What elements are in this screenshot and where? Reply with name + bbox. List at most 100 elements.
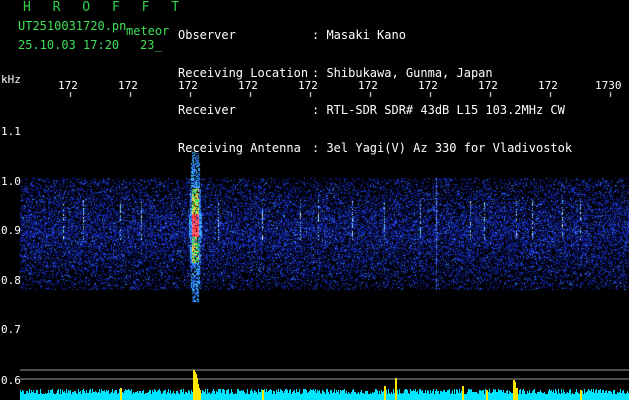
spectrum-bar	[627, 391, 628, 395]
spectrum-bar	[95, 391, 96, 395]
x-tick-label: 172	[418, 79, 438, 92]
spectrum-bar	[317, 390, 318, 395]
spectrum-bar	[510, 392, 511, 395]
spectrum-bar	[205, 389, 206, 395]
spectrum-bar	[565, 394, 566, 395]
spectrum-bar	[520, 389, 521, 395]
spectrum-bar	[453, 394, 454, 395]
y-tick-label: 0.7	[1, 323, 21, 336]
spectrum-bar	[104, 390, 105, 395]
spectrum-bar	[352, 390, 353, 395]
spectrum-bar	[107, 391, 108, 395]
spectrum-bar	[617, 392, 618, 395]
y-tick-label: 0.6	[1, 374, 21, 387]
spectrum-bar	[563, 390, 564, 395]
spectrum-bar	[296, 389, 297, 395]
spectrum-bar	[359, 394, 360, 395]
spectrum-bar	[256, 392, 257, 395]
spectrum-bar	[496, 392, 497, 395]
spectrum-bar	[62, 390, 63, 395]
spectrum-bar	[363, 393, 364, 395]
spectrum-bar	[136, 392, 137, 395]
y-tick-label: 0.8	[1, 274, 21, 287]
spectrum-bar	[27, 391, 28, 395]
spectrum-bar	[569, 390, 570, 395]
spectrum-bar	[303, 389, 304, 395]
spectrum-bar	[557, 394, 558, 395]
spectrum-bar	[146, 393, 147, 395]
spectrum-bar	[84, 391, 85, 395]
spectrum-bar	[115, 390, 116, 395]
spectrum-bar	[110, 393, 111, 395]
spectrum-bar	[53, 393, 54, 395]
spectrum-bar	[43, 394, 44, 395]
spectrum-bar	[471, 389, 472, 395]
spectrum-bar	[467, 392, 468, 395]
spectrum-bar	[420, 389, 421, 395]
spectrum-bar	[125, 389, 126, 395]
spectrum-bar	[502, 392, 503, 395]
spectrum-bar	[405, 389, 406, 395]
spectrum-bar	[414, 391, 415, 395]
spectrum-bar	[206, 394, 207, 395]
spectrum-bar	[283, 393, 284, 395]
spectrum-bar	[442, 392, 443, 395]
spectrum-bar	[336, 390, 337, 395]
spectrum-bar	[113, 393, 114, 395]
spectrum-bar	[140, 391, 141, 395]
spectrum-bar	[108, 390, 109, 395]
spectrum-bar	[362, 393, 363, 395]
spectrum-bar	[595, 390, 596, 395]
spectrum-bar	[305, 389, 306, 395]
spectrum-bar	[239, 391, 240, 395]
spectrum-bar	[403, 393, 404, 395]
spectrum-bar	[357, 393, 358, 395]
spectrum-bar	[292, 392, 293, 395]
spectrum-bar	[322, 390, 323, 395]
spectrum-bar	[454, 389, 455, 395]
spectrum-bar	[411, 391, 412, 395]
spectrum-bar	[508, 394, 509, 395]
spectrum-bar	[191, 390, 192, 395]
spectrum-bar	[58, 389, 59, 395]
spectrum-bar	[228, 389, 229, 395]
spectrum-bar	[621, 393, 622, 395]
spectrum-peak	[580, 390, 582, 400]
spectrum-bar	[302, 393, 303, 395]
spectrum-bar	[603, 390, 604, 395]
spectrum-bar	[367, 391, 368, 395]
spectrum-bar	[233, 394, 234, 395]
spectrum-bar	[293, 391, 294, 395]
spectrum-bar	[49, 393, 50, 395]
spectrum-bar	[225, 394, 226, 395]
spectrum-bar	[180, 390, 181, 395]
spectrum-bar	[390, 394, 391, 395]
spectrum-bar	[542, 393, 543, 395]
spectrum-bar	[597, 393, 598, 395]
spectrum-bar	[315, 389, 316, 395]
spectrum-bar	[253, 393, 254, 395]
spectrum-bar	[368, 394, 369, 395]
spectrum-bar	[383, 391, 384, 395]
spectrum-bar	[162, 393, 163, 395]
spectrum-bar	[91, 393, 92, 395]
spectrum-bar	[553, 390, 554, 395]
spectrum-bar	[21, 392, 22, 395]
file-name: UT2510031720.pn	[18, 19, 127, 33]
spectrum-bar	[192, 392, 193, 395]
spectrum-bar	[306, 390, 307, 395]
spectrum-bar	[533, 390, 534, 395]
spectrum-bar	[495, 389, 496, 395]
spectrum-bar	[613, 390, 614, 395]
spectrum-bar	[399, 389, 400, 395]
spectrum-bar	[65, 393, 66, 395]
spectrum-bar	[211, 393, 212, 395]
spectrum-bar	[147, 393, 148, 395]
spectrum-bar	[54, 394, 55, 395]
spectrum-bar	[272, 394, 273, 395]
spectrum-bar	[218, 389, 219, 395]
spectrum-bar	[345, 393, 346, 395]
spectrum-bar	[481, 391, 482, 395]
spectrum-bar	[251, 389, 252, 395]
spectrum-bar	[301, 394, 302, 395]
